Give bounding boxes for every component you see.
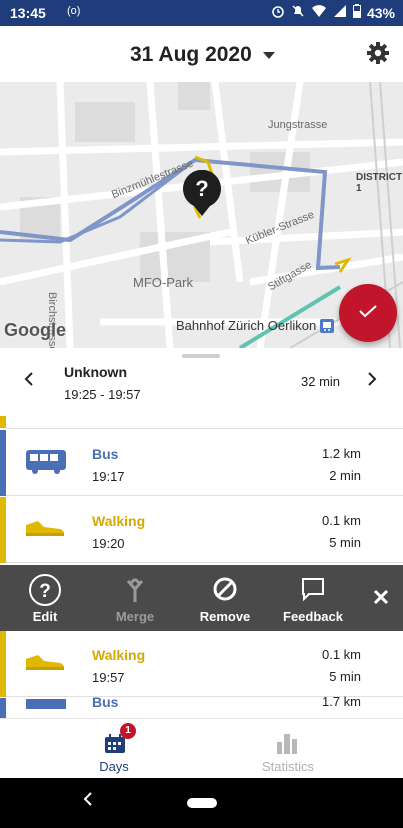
leg-action-bar: ? Edit Merge Remove Feedback [0,565,403,631]
trip-leg-bus[interactable]: Bus 1.7 km [0,694,403,718]
divider [6,428,403,429]
close-icon [373,589,389,610]
map-label-jungstrasse: Jungstrasse [268,119,328,131]
leg-duration: 5 min [329,669,361,684]
previous-trip-icon[interactable] [24,370,34,391]
leg-distance: 0.1 km [321,513,361,528]
map-label-mfo-park: MFO-Park [133,275,193,290]
remove-label: Remove [199,609,251,624]
nav-statistics[interactable]: Statistics [188,719,388,779]
leg-distance: 0.1 km [321,647,361,662]
leg-mode: Walking [92,513,146,529]
battery-icon [352,4,361,21]
merge-button[interactable]: Merge [90,565,180,631]
trip-summary: Unknown 19:25 - 19:57 32 min [0,360,403,416]
bus-icon [24,448,68,481]
trip-leg-walking[interactable]: Walking 19:57 0.1 km 5 min [0,631,403,697]
unknown-place-marker[interactable]: ? [181,169,223,223]
wifi-icon [311,4,327,21]
battery-percent: 43% [366,4,395,21]
signal-icon [333,4,347,21]
leg-distance: 1.7 km [321,694,361,709]
leg-time: 19:57 [92,670,125,685]
trip-leg-bus[interactable]: Bus 19:17 1.2 km 2 min [0,430,403,496]
settings-gear-icon[interactable] [366,41,390,70]
trip-leg-walking[interactable]: Walking 19:20 0.1 km 5 min [0,497,403,563]
date-title[interactable]: 31 Aug 2020 [130,43,252,67]
edit-label: Edit [32,609,58,624]
previous-leg-indicator [0,416,6,428]
feedback-label: Feedback [283,609,343,624]
leg-duration: 5 min [329,535,361,550]
map-label-district: DISTRICT 1 [356,172,403,194]
nav-statistics-label: Statistics [261,759,314,774]
date-dropdown-icon[interactable] [263,47,275,65]
mute-icon [291,4,305,21]
block-icon [213,577,237,606]
help-circle-icon: ? [28,573,62,612]
leg-color-bar [0,497,6,563]
leg-color-bar [0,631,6,697]
trip-title: Unknown [64,364,127,380]
feedback-icon [301,577,325,606]
bus-icon [24,696,68,714]
next-trip-icon[interactable] [367,370,377,391]
close-action-bar-button[interactable] [358,565,403,631]
remove-button[interactable]: Remove [180,565,270,631]
leg-mode: Bus [92,694,119,710]
bar-chart-icon [276,734,298,759]
days-badge: 1 [120,723,136,739]
status-time: 13:45 [10,5,46,21]
nav-days[interactable]: 1 Days [14,719,214,779]
leg-mode: Walking [92,647,146,663]
edit-button[interactable]: ? Edit [0,565,90,631]
unknown-marker-label: ? [195,176,209,201]
nav-days-label: Days [99,759,129,774]
bottom-navigation: 1 Days Statistics [0,718,403,778]
svg-text:?: ? [39,581,51,602]
trip-time-range: 19:25 - 19:57 [64,387,141,402]
leg-mode: Bus [92,446,119,462]
sheet-drag-handle[interactable] [182,354,220,358]
map-label-bahnhof: Bahnhof Zürich Oerlikon [176,318,317,333]
leg-time: 19:17 [92,469,125,484]
trip-details-sheet: Unknown 19:25 - 19:57 32 min Bus 19:17 1… [0,348,403,718]
google-logo: Google [4,320,66,340]
date-header: 31 Aug 2020 [0,26,403,82]
trip-map[interactable]: Jungstrasse DISTRICT 1 Binzmühlestrasse … [0,82,403,348]
leg-distance: 1.2 km [321,446,361,461]
confirm-trip-button[interactable] [339,284,397,342]
merge-label: Merge [115,609,155,624]
leg-duration: 2 min [329,468,361,483]
shoe-icon [24,519,66,542]
merge-icon [125,577,145,608]
notification-app-icon: (o) [67,5,81,17]
shoe-icon [24,653,66,676]
calendar-icon [104,734,126,759]
leg-time: 19:20 [92,536,125,551]
train-station-icon [320,319,334,338]
system-back-icon[interactable] [83,792,93,811]
leg-color-bar [0,430,6,496]
status-bar: 13:45 (o) 43% [0,0,403,26]
trip-duration: 32 min [301,374,341,389]
system-home-pill[interactable] [187,798,217,808]
alarm-icon [271,4,285,21]
checkmark-icon [358,304,378,323]
system-navigation-bar [0,778,403,828]
leg-color-bar [0,698,6,718]
feedback-button[interactable]: Feedback [270,565,356,631]
